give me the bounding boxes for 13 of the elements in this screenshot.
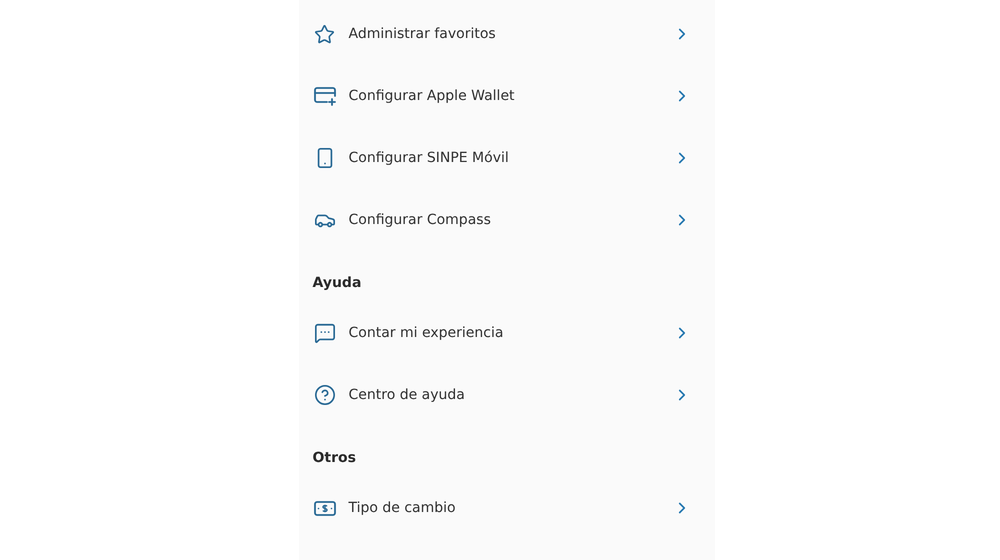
menu-item[interactable]: Configurar Compass: [312, 189, 700, 251]
section-heading: Ayuda: [312, 274, 362, 293]
section-heading: Otros: [312, 449, 357, 468]
menu-item[interactable]: Configurar Apple Wallet: [312, 65, 700, 127]
menu-item[interactable]: Tipo de cambio: [312, 477, 700, 539]
menu-item[interactable]: Centro de ayuda: [312, 364, 700, 426]
menu-item[interactable]: Administrar favoritos: [312, 3, 700, 65]
menu-item[interactable]: Contar mi experiencia: [312, 302, 700, 364]
star-icon: [312, 22, 336, 46]
card-plus-icon: [312, 84, 336, 108]
menu-item[interactable]: Configurar SINPE Móvil: [312, 127, 700, 189]
help-icon: [312, 383, 336, 407]
chat-bubble-icon: [312, 321, 336, 345]
